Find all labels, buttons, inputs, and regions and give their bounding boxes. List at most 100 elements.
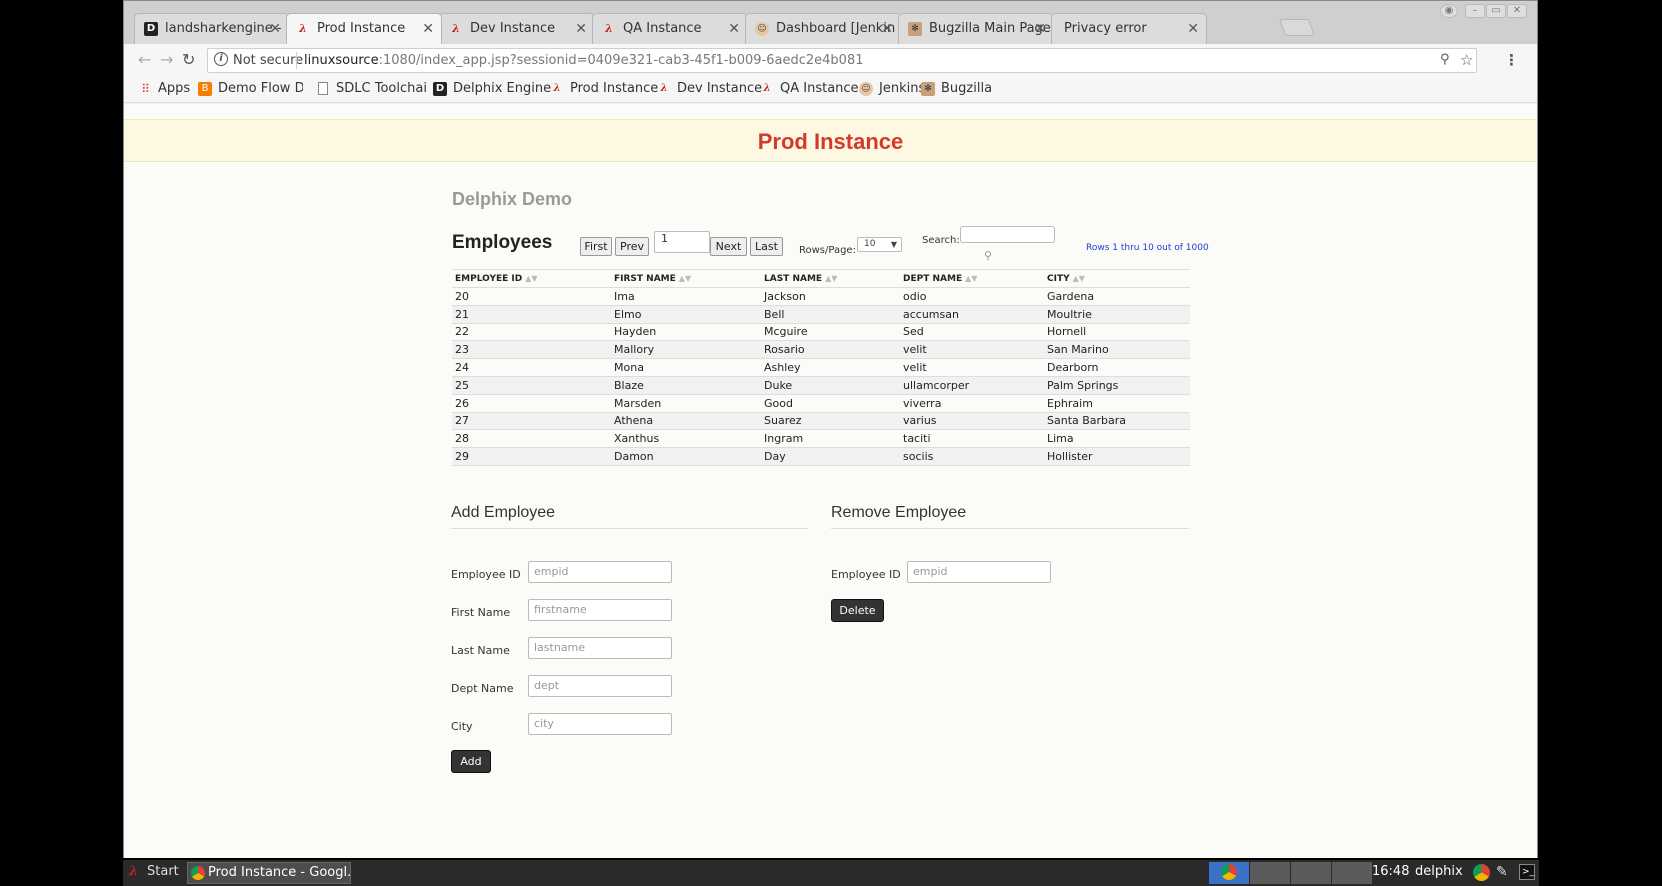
maximize-button[interactable]: ▭ xyxy=(1486,4,1506,18)
remove-employee-id-field[interactable]: empid xyxy=(907,561,1051,583)
table-row[interactable]: 27 Athena Suarez varius Santa Barbara xyxy=(452,412,1190,431)
cell-city: Moultrie xyxy=(1044,305,1190,324)
employee-id-label: Employee ID xyxy=(451,568,521,581)
workspace-2[interactable] xyxy=(1250,862,1290,884)
zoom-icon[interactable]: ⚲ xyxy=(1440,52,1450,67)
search-icon[interactable]: ⚲ xyxy=(984,249,992,262)
tab-qa-instance[interactable]: λ QA Instance ✕ xyxy=(592,13,748,44)
last-name-field[interactable]: lastname xyxy=(528,637,672,659)
bookmarks-bar: ⠿ Apps B Demo Flow Diag SDLC Toolchain D De… xyxy=(124,77,1537,103)
bookmark-qa-instance[interactable]: λ QA Instance xyxy=(760,81,858,96)
first-page-button[interactable]: First xyxy=(580,237,612,256)
sort-icon: ▲▼ xyxy=(965,273,978,283)
taskbar-chrome-window[interactable]: Prod Instance - Googl... xyxy=(187,862,351,884)
table-row[interactable]: 25 Blaze Duke ullamcorper Palm Springs xyxy=(452,376,1190,395)
column-header-label: LAST NAME xyxy=(764,273,823,284)
forward-arrow-icon[interactable]: → xyxy=(160,50,173,69)
table-row[interactable]: 21 Elmo Bell accumsan Moultrie xyxy=(452,305,1190,324)
table-row[interactable]: 23 Mallory Rosario velit San Marino xyxy=(452,340,1190,360)
chrome-icon[interactable] xyxy=(1473,864,1490,881)
tab-label: Dashboard [Jenkin xyxy=(776,21,896,36)
bookmark-apps[interactable]: ⠿ Apps xyxy=(138,81,190,96)
column-header-dept-name[interactable]: DEPT NAME ▲▼ xyxy=(900,269,1044,288)
terminal-icon[interactable]: >_ xyxy=(1519,864,1535,880)
back-arrow-icon[interactable]: ← xyxy=(138,50,151,69)
workspace-3[interactable] xyxy=(1291,862,1331,884)
url-host: linuxsource xyxy=(304,53,379,68)
tab-dev-instance[interactable]: λ Dev Instance ✕ xyxy=(439,13,595,44)
url-text: linuxsource:1080/index_app.jsp?sessionid… xyxy=(304,53,864,68)
column-header-employee-id[interactable]: EMPLOYEE ID ▲▼ xyxy=(452,269,611,288)
chrome-icon xyxy=(1221,864,1237,880)
lambda-icon: λ xyxy=(660,83,668,94)
security-label: Not secure xyxy=(233,53,304,68)
tab-close-icon[interactable]: ✕ xyxy=(575,21,587,37)
tab-close-icon[interactable]: ✕ xyxy=(881,21,893,37)
column-header-city[interactable]: CITY ▲▼ xyxy=(1044,269,1190,288)
next-page-button[interactable]: Next xyxy=(710,237,747,256)
add-button[interactable]: Add xyxy=(451,750,491,773)
rows-info-text: Rows 1 thru 10 out of 1000 xyxy=(1086,243,1209,253)
tab-close-icon[interactable]: ✕ xyxy=(422,21,434,37)
address-bar[interactable]: i Not secure linuxsource:1080/index_app.… xyxy=(207,48,1477,73)
last-page-button[interactable]: Last xyxy=(750,237,783,256)
tab-close-icon[interactable]: ✕ xyxy=(728,21,740,37)
page-number-input[interactable]: 1 xyxy=(654,231,710,253)
dept-name-field[interactable]: dept xyxy=(528,675,672,697)
tab-prod-instance[interactable]: λ Prod Instance ✕ xyxy=(286,13,442,44)
tab-landsharkengine[interactable]: D landsharkengine - ✕ xyxy=(134,13,289,44)
tab-close-icon[interactable]: ✕ xyxy=(1187,21,1199,37)
city-field[interactable]: city xyxy=(528,713,672,735)
tab-label: Dev Instance xyxy=(470,21,556,36)
cell-employee-id: 26 xyxy=(452,394,611,413)
table-row[interactable]: 22 Hayden Mcguire Sed Hornell xyxy=(452,323,1190,342)
column-header-first-name[interactable]: FIRST NAME ▲▼ xyxy=(611,269,761,288)
tab-jenkins-dashboard[interactable]: ☺ Dashboard [Jenkin ✕ xyxy=(745,13,901,44)
workspace-1[interactable] xyxy=(1209,862,1249,884)
tab-close-icon[interactable]: ✕ xyxy=(1034,21,1046,37)
bookmark-sdlc-toolchain[interactable]: SDLC Toolchain xyxy=(316,81,428,96)
bookmark-dev-instance[interactable]: λ Dev Instance xyxy=(657,81,762,96)
workspace-4[interactable] xyxy=(1332,862,1372,884)
cell-city: Palm Springs xyxy=(1044,376,1190,395)
lambda-icon: λ xyxy=(299,22,307,35)
column-header-last-name[interactable]: LAST NAME ▲▼ xyxy=(761,269,900,288)
minimize-button[interactable]: – xyxy=(1465,4,1485,18)
pen-icon[interactable]: ✎ xyxy=(1496,864,1508,880)
table-row[interactable]: 28 Xanthus Ingram taciti Lima xyxy=(452,429,1190,449)
first-name-field[interactable]: firstname xyxy=(528,599,672,621)
tab-bugzilla[interactable]: ✻ Bugzilla Main Page ✕ xyxy=(898,13,1054,44)
close-window-button[interactable]: ✕ xyxy=(1507,4,1527,18)
bookmark-star-icon[interactable]: ☆ xyxy=(1460,51,1473,69)
table-row[interactable]: 29 Damon Day sociis Hollister xyxy=(452,447,1190,466)
new-tab-button[interactable] xyxy=(1278,19,1316,36)
prev-page-button[interactable]: Prev xyxy=(615,237,649,256)
start-button[interactable]: λ Start xyxy=(127,864,179,879)
table-row[interactable]: 26 Marsden Good viverra Ephraim xyxy=(452,394,1190,413)
add-employee-id-field[interactable]: empid xyxy=(528,561,672,583)
start-label: Start xyxy=(147,864,179,879)
bookmark-demo-flow[interactable]: B Demo Flow Diag xyxy=(198,81,303,96)
search-input[interactable] xyxy=(960,226,1055,243)
account-icon[interactable]: ◉ xyxy=(1440,4,1458,18)
bookmark-label: Demo Flow Diag xyxy=(218,81,303,96)
taskbar: λ Start Prod Instance - Googl... 16:48 de… xyxy=(123,860,1539,886)
tab-close-icon[interactable]: ✕ xyxy=(269,21,281,37)
bookmark-jenkins[interactable]: ☺ Jenkins xyxy=(859,81,925,96)
bookmark-delphix-engine[interactable]: D Delphix Engine xyxy=(433,81,551,96)
lambda-icon: λ xyxy=(763,83,771,94)
menu-kebab-icon[interactable]: ⋮ xyxy=(1504,51,1519,69)
tab-privacy-error[interactable]: Privacy error ✕ xyxy=(1051,13,1207,44)
bookmark-prod-instance[interactable]: λ Prod Instance xyxy=(550,81,658,96)
add-employee-title: Add Employee xyxy=(451,504,808,529)
delete-button[interactable]: Delete xyxy=(831,599,884,622)
reload-icon[interactable]: ↻ xyxy=(182,50,195,69)
tab-label: QA Instance xyxy=(623,21,702,36)
table-row[interactable]: 24 Mona Ashley velit Dearborn xyxy=(452,358,1190,377)
info-icon[interactable]: i xyxy=(214,52,228,66)
cell-last-name: Ingram xyxy=(761,429,900,449)
lambda-icon: λ xyxy=(129,864,139,879)
table-row[interactable]: 20 Ima Jackson odio Gardena xyxy=(452,287,1190,306)
rows-per-page-select[interactable]: 10 ▼ xyxy=(857,237,902,252)
bookmark-bugzilla[interactable]: ✻ Bugzilla xyxy=(921,81,992,96)
